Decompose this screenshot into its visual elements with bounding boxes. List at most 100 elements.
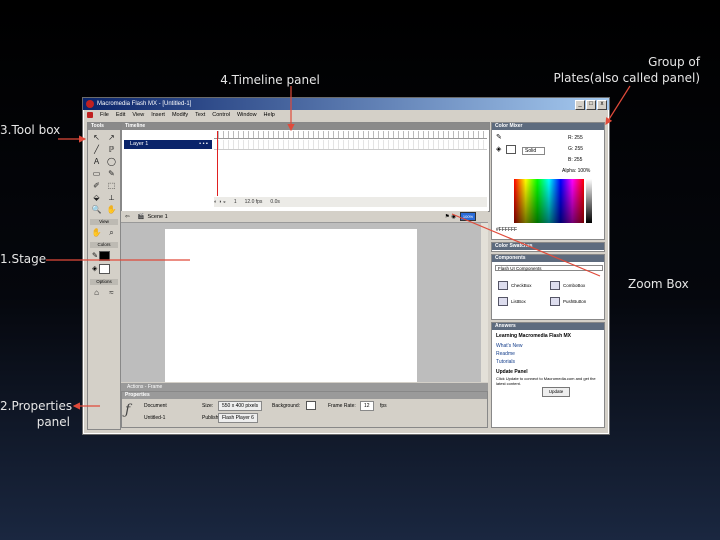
menu-edit[interactable]: Edit (116, 112, 125, 118)
text-tool-icon[interactable]: A (91, 157, 102, 167)
menu-insert[interactable]: Insert (151, 112, 165, 118)
menu-help[interactable]: Help (264, 112, 275, 118)
smooth-option-icon[interactable]: ≈ (106, 288, 117, 298)
menu-modify[interactable]: Modify (172, 112, 188, 118)
ink-bottle-icon[interactable]: ⟂ (106, 193, 117, 203)
fill-type-select[interactable]: Solid (522, 147, 546, 155)
timeline-header: Timeline (122, 123, 489, 130)
minimize-button[interactable]: _ (575, 100, 585, 110)
properties-panel: Properties ƒ Document Untitled-1 Size: 5… (121, 391, 488, 428)
color-swatches-panel: Color Swatches (491, 242, 605, 252)
update-panel-text: Click Update to connect to Macromedia.co… (496, 376, 596, 386)
brightness-slider[interactable] (586, 179, 592, 223)
publish-settings-button[interactable]: Flash Player 6 (218, 413, 258, 423)
update-panel-title: Update Panel (496, 369, 528, 375)
hex-value[interactable]: #FFFFFF (496, 227, 517, 233)
arrow-tool-icon[interactable]: ↖ (91, 133, 102, 143)
onion-skin-icon[interactable]: ◐ ◑ ◒ (214, 199, 226, 205)
green-value[interactable]: 255 (575, 146, 583, 152)
brush-tool-icon[interactable]: ✐ (91, 181, 102, 191)
stage-scrollbar[interactable] (481, 223, 488, 382)
toolbox-label: 3.Tool box (0, 123, 61, 137)
red-value[interactable]: 255 (574, 135, 582, 141)
color-mixer-panel: Color Mixer ✎ ◈ Solid R: 255 G: 255 B: 2… (491, 122, 605, 240)
hand-view-icon[interactable]: ✋ (91, 228, 102, 238)
hand-tool-icon[interactable]: ✋ (106, 205, 117, 215)
link-tutorials[interactable]: Tutorials (496, 359, 515, 365)
snap-option-icon[interactable]: ⌂ (91, 288, 102, 298)
actions-panel-header[interactable]: Actions - Frame (121, 383, 488, 391)
listbox-component[interactable]: ListBox (498, 297, 526, 306)
edit-symbol-icon[interactable]: ⚑ ◉ (445, 214, 456, 220)
playhead[interactable] (217, 131, 218, 196)
zoom-box[interactable]: 100% (460, 212, 476, 221)
frame-rate-label: Frame Rate: (328, 403, 356, 409)
maximize-button[interactable]: □ (586, 100, 596, 110)
pencil-tool-icon[interactable]: ✎ (106, 169, 117, 179)
link-readme[interactable]: Readme (496, 351, 515, 357)
components-header[interactable]: Components (492, 255, 604, 262)
stage-area (121, 223, 488, 382)
answers-panel: Answers Learning Macromedia Flash MX Wha… (491, 322, 605, 428)
document-name: Untitled-1 (144, 415, 166, 421)
properties-panel-label-line1: 2.Properties (0, 399, 73, 413)
subselect-tool-icon[interactable]: ↗ (106, 133, 117, 143)
menu-bar: File Edit View Insert Modify Text Contro… (83, 110, 609, 119)
color-mixer-header[interactable]: Color Mixer (492, 123, 604, 130)
timeline-panel: Timeline Layer 1 • • ▪ ◐ ◑ ◒ 1 12.0 fps 0… (121, 122, 490, 212)
stage[interactable] (165, 229, 417, 382)
update-button[interactable]: Update (542, 387, 570, 397)
menu-window[interactable]: Window (237, 112, 257, 118)
fill-swatch[interactable] (506, 145, 516, 154)
properties-panel-label-line2: panel (36, 415, 70, 429)
checkbox-component[interactable]: CheckBox (498, 281, 532, 290)
panel-group-label-line2: Plates(also called panel) (553, 71, 700, 85)
frame-ruler[interactable] (214, 131, 487, 139)
fill-transform-icon[interactable]: ⬙ (91, 193, 102, 203)
stage-label: 1.Stage (0, 252, 47, 266)
oval-tool-icon[interactable]: ◯ (106, 157, 117, 167)
zoom-view-icon[interactable]: ⌕ (106, 228, 117, 238)
blue-value[interactable]: 255 (574, 157, 582, 163)
bucket-icon: ◈ (496, 146, 502, 153)
menu-control[interactable]: Control (212, 112, 230, 118)
menu-view[interactable]: View (132, 112, 144, 118)
background-color-swatch[interactable] (306, 401, 316, 410)
size-button[interactable]: 550 x 400 pixels (218, 401, 263, 411)
component-set-select[interactable]: Flash UI Components (495, 265, 603, 271)
flash-document-icon: ƒ (125, 402, 131, 418)
frame-rate-input[interactable]: 12 (360, 401, 374, 411)
menu-text[interactable]: Text (195, 112, 205, 118)
frames-row[interactable] (214, 140, 487, 150)
rectangle-tool-icon[interactable]: ▭ (91, 169, 102, 179)
layer-name: Layer 1 (130, 141, 149, 147)
layer-row[interactable]: Layer 1 • • ▪ (124, 140, 212, 149)
free-transform-icon[interactable]: ⬚ (106, 181, 117, 191)
color-spectrum[interactable] (514, 179, 584, 223)
panel-group: Color Mixer ✎ ◈ Solid R: 255 G: 255 B: 2… (491, 122, 605, 428)
lasso-tool-icon[interactable]: ℙ (106, 145, 117, 155)
close-button[interactable]: x (597, 100, 607, 110)
link-whats-new[interactable]: What's New (496, 343, 523, 349)
answers-header[interactable]: Answers (492, 323, 604, 330)
combobox-component[interactable]: ComboBox (550, 281, 585, 290)
menu-file[interactable]: File (100, 112, 109, 118)
properties-panel-label: 2.Properties panel (0, 398, 73, 430)
window-title: Macromedia Flash MX - [Untitled-1] (97, 101, 192, 107)
fill-color-icon: ◈ (92, 265, 98, 273)
tool-grid: ↖ ↗ ╱ ℙ A ◯ ▭ ✎ ✐ ⬚ ⬙ ⟂ 🔍 ✋ (88, 130, 120, 217)
stroke-icon: ✎ (496, 134, 502, 141)
tools-panel: Tools ↖ ↗ ╱ ℙ A ◯ ▭ ✎ ✐ ⬚ ⬙ ⟂ 🔍 ✋ View ✋ ⌕ Colors ✎ ◈… (87, 122, 121, 430)
alpha-value[interactable]: 100% (578, 168, 591, 174)
layer-visibility-icon[interactable]: • • ▪ (199, 140, 212, 149)
scene-icon: 🎬 (137, 213, 145, 220)
zoom-tool-icon[interactable]: 🔍 (91, 205, 102, 215)
line-tool-icon[interactable]: ╱ (91, 145, 102, 155)
answers-title: Learning Macromedia Flash MX (496, 333, 572, 339)
stroke-color-swatch[interactable] (99, 251, 111, 261)
back-arrow-icon[interactable]: ⇦ (121, 214, 130, 220)
pushbutton-component[interactable]: PushButton (550, 297, 586, 306)
color-swatches-header[interactable]: Color Swatches (492, 243, 604, 250)
document-type: Document (144, 403, 167, 409)
fill-color-swatch[interactable] (98, 264, 110, 274)
